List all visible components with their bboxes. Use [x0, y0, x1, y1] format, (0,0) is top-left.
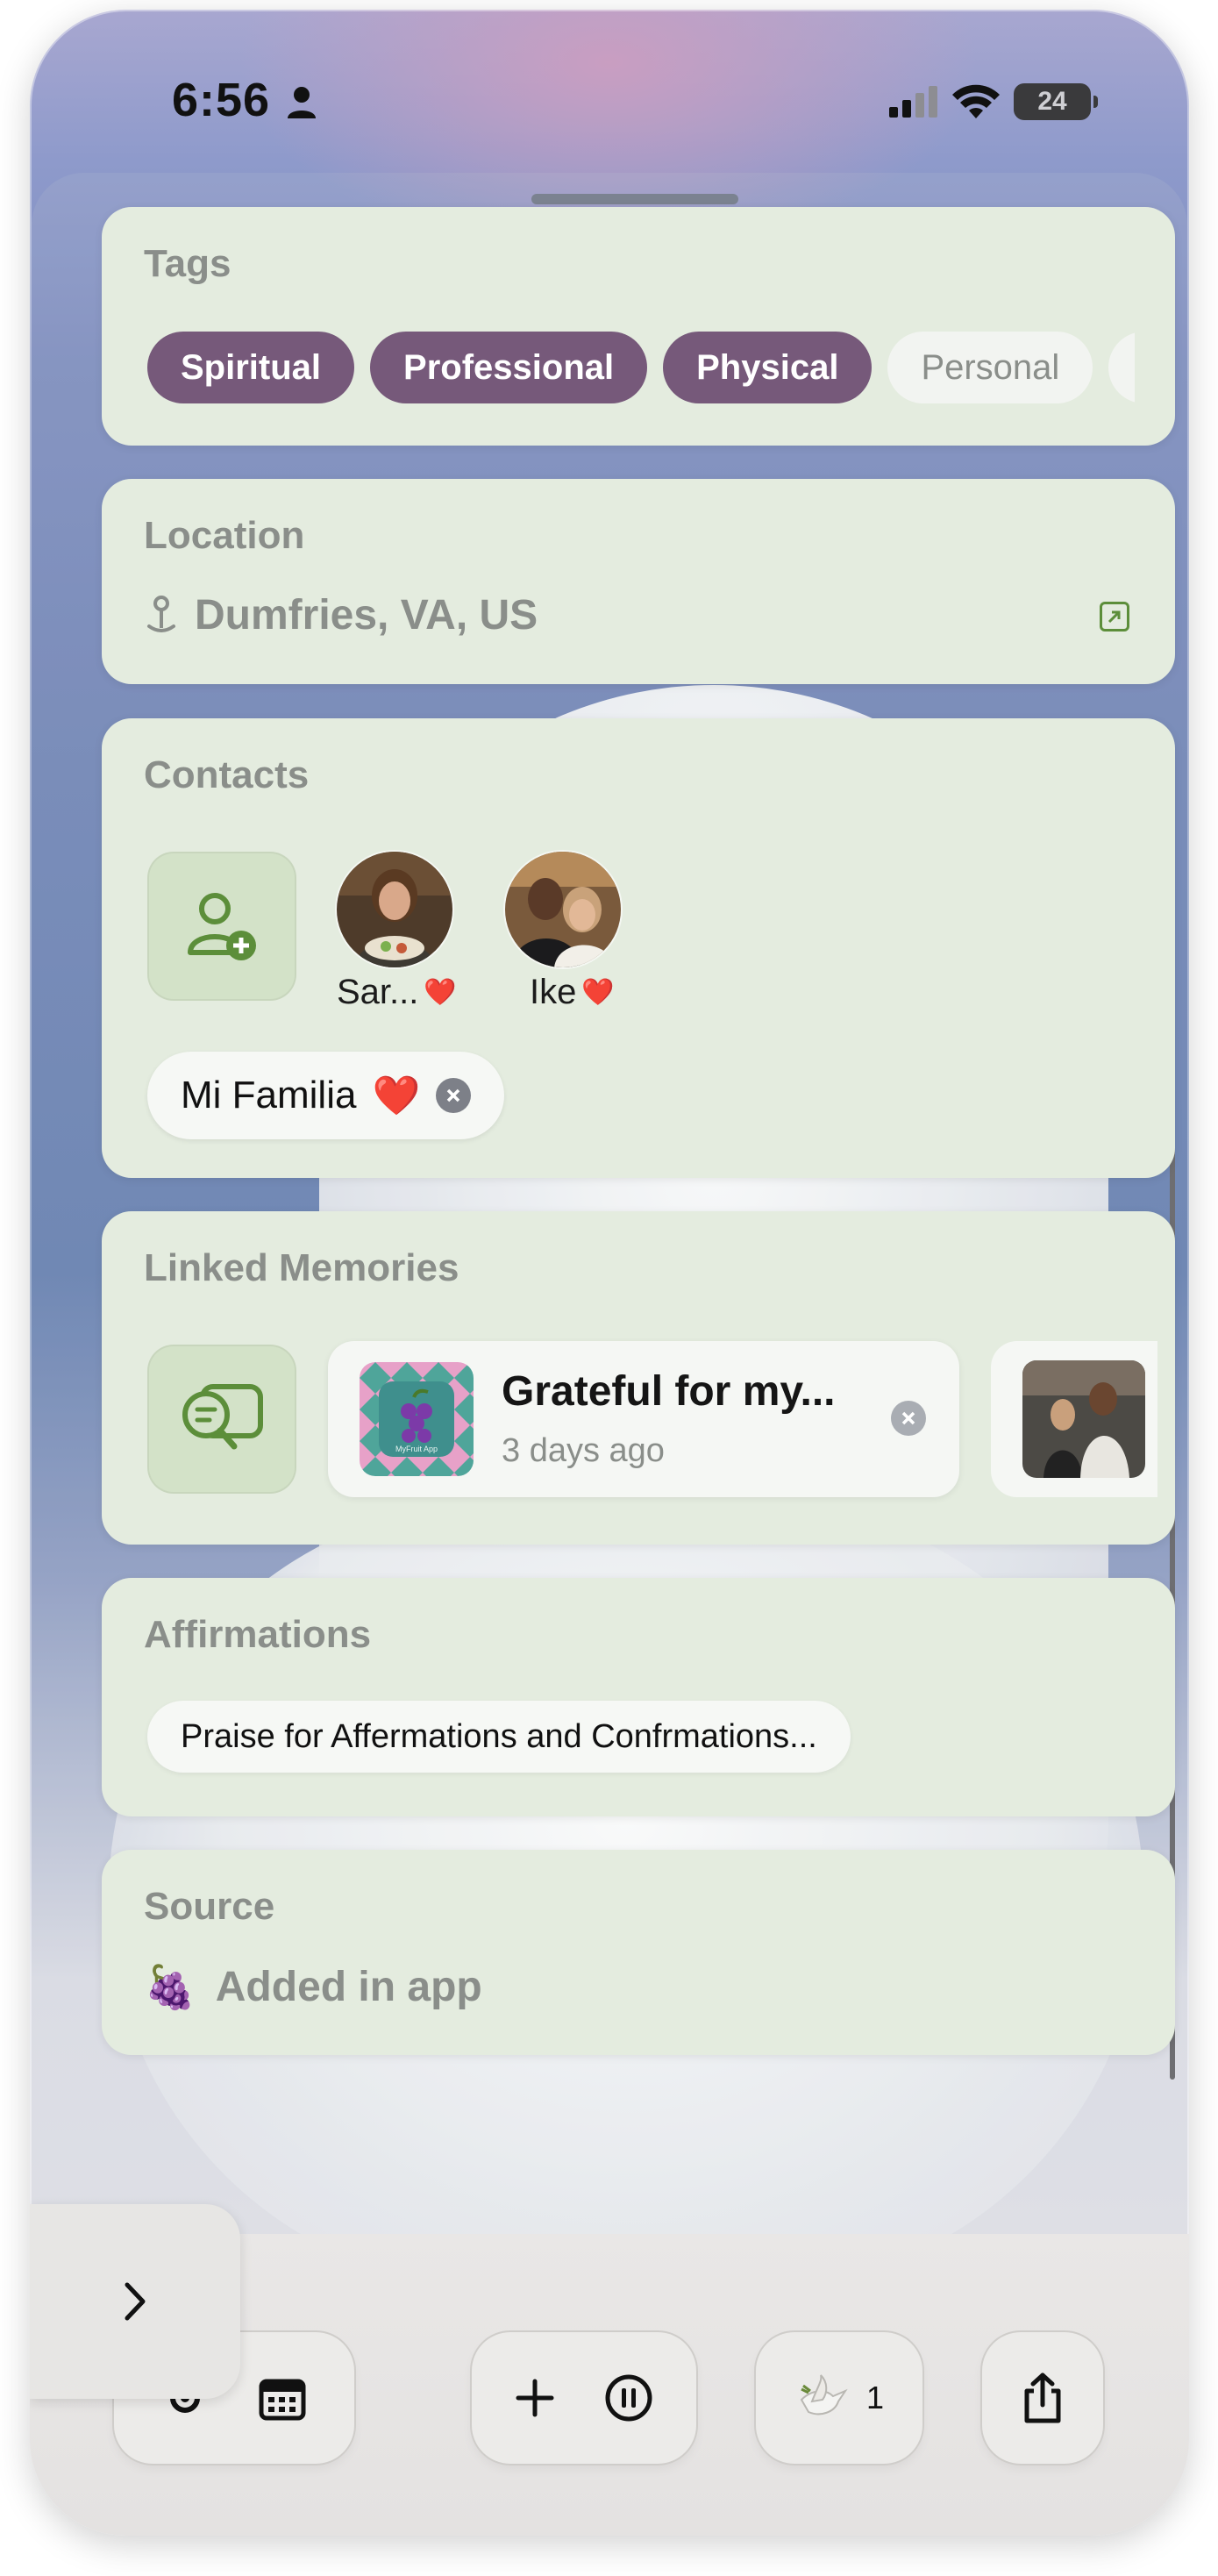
share-icon	[1024, 2373, 1061, 2423]
share-button[interactable]	[982, 2332, 1103, 2464]
location-row[interactable]: Dumfries, VA, US	[144, 591, 538, 639]
status-bar: 6:56 24	[30, 10, 1189, 176]
dove-icon	[800, 2374, 848, 2415]
tags-row[interactable]: Spiritual Professional Physical Personal…	[147, 332, 1135, 403]
person-icon	[288, 87, 316, 118]
chevron-right-icon	[125, 2282, 146, 2321]
dove-count: 1	[865, 2380, 885, 2415]
tags-title: Tags	[144, 242, 231, 285]
thumbnail-label: MyFruit App	[395, 1445, 438, 1453]
grapes-icon: 🍇	[144, 1965, 196, 2011]
memory-title: Grateful for my...	[502, 1368, 836, 1415]
remove-group-button[interactable]	[436, 1078, 472, 1113]
affirmation-chip[interactable]: Praise for Affermations and Confrmations…	[147, 1701, 851, 1773]
pin-icon	[147, 595, 175, 632]
tag-chip-physical[interactable]: Physical	[663, 332, 873, 403]
group-label: Mi Familia	[181, 1074, 357, 1117]
status-icons: 24	[889, 82, 1098, 122]
source-row: 🍇 Added in app	[144, 1962, 482, 2012]
avatar-contact-1[interactable]	[337, 852, 452, 967]
add-person-icon	[188, 893, 256, 960]
contact-1-label: Sar...	[337, 973, 419, 1011]
group-chip[interactable]: Mi Familia ❤️	[147, 1052, 505, 1139]
contact-2-name: Ike ❤️	[530, 973, 615, 1012]
tag-chip-personal[interactable]: Personal	[887, 332, 1093, 403]
location-title: Location	[144, 514, 305, 557]
tag-chip-professional[interactable]: Professional	[370, 332, 648, 403]
avatar-contact-2[interactable]	[505, 852, 621, 967]
source-card: Source 🍇 Added in app	[102, 1850, 1175, 2055]
battery-level: 24	[1037, 87, 1067, 116]
status-time: 6:56	[172, 74, 271, 126]
contacts-card: Contacts Sar... ❤️ Ike ❤️ Mi Familia ❤️	[102, 718, 1175, 1178]
tag-chip-spiritual[interactable]: Spiritual	[147, 332, 355, 403]
affirmations-card: Affirmations Praise for Affermations and…	[102, 1578, 1175, 1816]
cellular-signal-icon	[889, 86, 937, 118]
memory-photo	[1022, 1360, 1145, 1478]
wifi-icon	[952, 84, 1000, 118]
tag-chip-more[interactable]: F	[1108, 332, 1135, 403]
sheet-grabber[interactable]	[531, 194, 738, 204]
close-icon	[447, 1088, 460, 1102]
phone-screen: 6:56 24 Tags Spiritual Professional Phys…	[30, 10, 1189, 2536]
toolbar-group-center	[472, 2332, 696, 2464]
memory-thumbnail: MyFruit App	[360, 1362, 474, 1476]
source-title: Source	[144, 1885, 275, 1928]
dove-button[interactable]: 1	[756, 2332, 922, 2464]
remove-memory-button[interactable]	[891, 1401, 926, 1436]
link-memory-button[interactable]	[147, 1345, 296, 1494]
contacts-title: Contacts	[144, 753, 310, 796]
heart-icon: ❤️	[424, 978, 457, 1007]
add-icon[interactable]	[515, 2378, 555, 2418]
heart-emoji: ❤️	[372, 1074, 421, 1117]
source-value: Added in app	[215, 1964, 482, 2010]
close-icon	[901, 1411, 915, 1425]
location-value: Dumfries, VA, US	[195, 592, 538, 639]
location-card[interactable]: Location Dumfries, VA, US	[102, 479, 1175, 684]
memory-time: 3 days ago	[502, 1432, 665, 1469]
contact-2-label: Ike	[530, 973, 577, 1011]
linked-memories-title: Linked Memories	[144, 1246, 459, 1289]
memory-card[interactable]: MyFruit App Grateful for my... 3 days ag…	[328, 1341, 959, 1497]
affirmations-title: Affirmations	[144, 1613, 372, 1656]
add-contact-button[interactable]	[147, 852, 296, 1001]
battery-indicator: 24	[1014, 83, 1098, 120]
heart-icon: ❤️	[581, 978, 615, 1007]
contact-1-name: Sar... ❤️	[337, 973, 457, 1012]
memory-card-2[interactable]	[991, 1341, 1157, 1497]
open-external-icon[interactable]	[1100, 602, 1129, 632]
tags-card: Tags Spiritual Professional Physical Per…	[102, 207, 1175, 446]
calendar-icon[interactable]	[258, 2374, 307, 2422]
pause-icon[interactable]	[604, 2373, 653, 2423]
linked-memories-card: Linked Memories MyFruit App Grateful for…	[102, 1211, 1175, 1545]
search-memory-icon	[182, 1384, 263, 1450]
expand-panel-button[interactable]	[30, 2204, 240, 2399]
